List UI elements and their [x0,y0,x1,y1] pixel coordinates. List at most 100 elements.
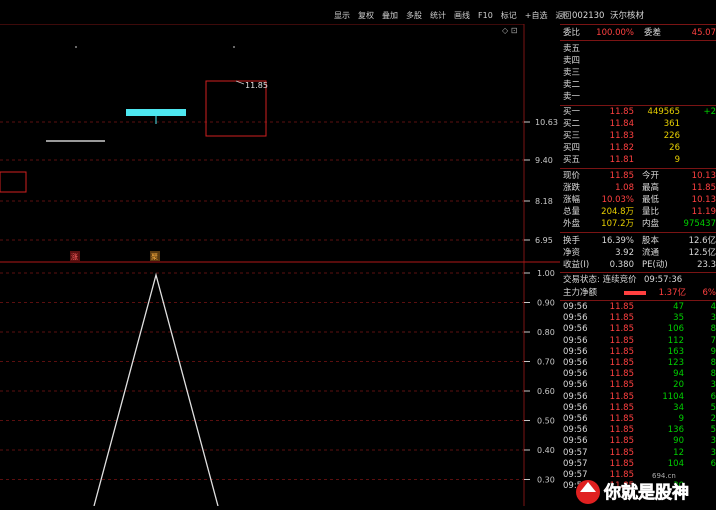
tick-time: 09:56 [563,335,588,347]
tick-time: 09:56 [563,402,588,414]
candle-down-body[interactable] [126,109,186,116]
toolbar-item[interactable]: +自选 [521,8,552,24]
quote-row: 涨幅10.03%最低10.13 [560,194,716,206]
price-axis-label: 9.40 [535,156,553,165]
tick-row: 09:5611.85345 [560,402,716,414]
tick-price: 11.85 [610,391,634,403]
price-chart[interactable]: 10.639.408.186.951.000.900.800.700.600.5… [0,24,560,506]
ask-label: 卖四 [563,55,580,67]
tick-time: 09:56 [563,301,588,313]
tick-time: 09:56 [563,435,588,447]
tick-row: 09:5611.8592 [560,413,716,425]
bid-price: 11.81 [610,154,634,166]
tick-time: 09:56 [563,346,588,358]
bid-row: 买五11.819 [560,154,716,166]
indicator-axis-label: 0.80 [537,328,555,337]
quote-label: 量比 [642,206,659,218]
tick-volume: 12 [673,447,684,459]
toolbar-item[interactable]: 显示 [330,8,354,24]
tick-volume: 1104 [662,391,684,403]
tick-price: 11.85 [610,346,634,358]
bid-row: 买四11.8226 [560,142,716,154]
stats-row: 换手16.39%股本12.6亿 [560,235,716,247]
tick-row: 09:5711.851046 [560,458,716,470]
ask-label: 卖五 [563,43,580,55]
quote-label: 今开 [642,170,659,182]
indicator-axis-label: 0.70 [537,358,555,367]
quote-label: 外盘 [563,218,580,230]
tick-row: 09:5611.8511046 [560,391,716,403]
tick-volume: 35 [673,312,684,324]
stats-label: 收益(Ⅰ) [563,259,589,271]
tick-price: 11.85 [610,301,634,313]
tick-time: 09:57 [563,447,588,459]
main-flow-label: 主力净额 [563,287,597,299]
toolbar-item[interactable]: 多股 [402,8,426,24]
tick-row: 09:5611.851068 [560,323,716,335]
quote-value: 11.85 [610,170,634,182]
weibi-row: 委比100.00%委差45.07 [560,27,716,39]
tick-price: 11.85 [610,447,634,459]
toolbar-item[interactable]: 画线 [450,8,474,24]
toolbar-item[interactable]: 标记 [497,8,521,24]
quote-value: 10.13 [692,170,716,182]
divider [560,40,716,41]
tick-volume: 106 [668,323,684,335]
price-annotation: 11.85 [245,81,268,90]
indicator-axis-label: 1.00 [537,269,555,278]
bid-price: 11.83 [610,130,634,142]
tick-price: 11.85 [610,312,634,324]
divider [560,232,716,233]
tick-volume: 20 [673,379,684,391]
weibi-value: 100.00% [596,27,634,39]
stats-value: 12.5亿 [689,247,716,259]
indicator-line[interactable] [94,275,218,506]
tick-price: 11.85 [610,402,634,414]
tick-time: 09:56 [563,368,588,380]
quote-value: 1.08 [615,182,634,194]
ask-label: 卖一 [563,91,580,103]
tick-count: 3 [711,447,716,459]
chart-corner-icons[interactable]: ◇ ⊡ [502,26,517,35]
toolbar-item[interactable]: F10 [474,8,497,24]
indicator-axis-label: 0.40 [537,446,555,455]
tick-price: 11.85 [610,368,634,380]
tick-volume: 90 [673,435,684,447]
toolbar-item[interactable]: 统计 [426,8,450,24]
trade-status-time: 09:57:36 [644,274,682,286]
tick-time: 09:56 [563,391,588,403]
tick-row: 09:5611.851238 [560,357,716,369]
quote-label: 内盘 [642,218,659,230]
top-toolbar: 显示复权叠加多股统计画线F10标记+自选返回 [330,8,575,24]
bid-row: 买二11.84361 [560,118,716,130]
candle-up-partial[interactable] [0,172,26,192]
stock-header: R002130沃尔核材 [560,10,716,22]
tick-volume: 34 [673,402,684,414]
tick-price: 11.85 [610,424,634,436]
divider [560,168,716,169]
dot-marker [233,46,235,48]
main-flow-value: 1.37亿 [659,287,686,299]
tick-price: 11.85 [610,458,634,470]
tick-volume: 112 [668,335,684,347]
tick-count: 6 [711,458,716,470]
tick-count: 8 [711,368,716,380]
weicha-value: 45.07 [692,27,716,39]
tick-price: 11.85 [610,323,634,335]
main-flow-row: 主力净额1.37亿6% [560,287,716,299]
tick-row: 09:5611.851639 [560,346,716,358]
bid-change: +2 [703,106,716,118]
price-axis-label: 6.95 [535,236,553,245]
bid-label: 买三 [563,130,580,142]
stats-value: 12.6亿 [689,235,716,247]
weicha-label: 委差 [644,27,661,39]
price-axis-label: 10.63 [535,118,558,127]
tick-row: 09:5611.85203 [560,379,716,391]
tick-count: 2 [711,413,716,425]
toolbar-item[interactable]: 叠加 [378,8,402,24]
watermark-icon: 你就是股神 694.cn [572,470,716,506]
quote-row: 涨跌1.08最高11.85 [560,182,716,194]
ask-label: 卖二 [563,79,580,91]
toolbar-item[interactable]: 复权 [354,8,378,24]
main-flow-bar [624,291,646,295]
